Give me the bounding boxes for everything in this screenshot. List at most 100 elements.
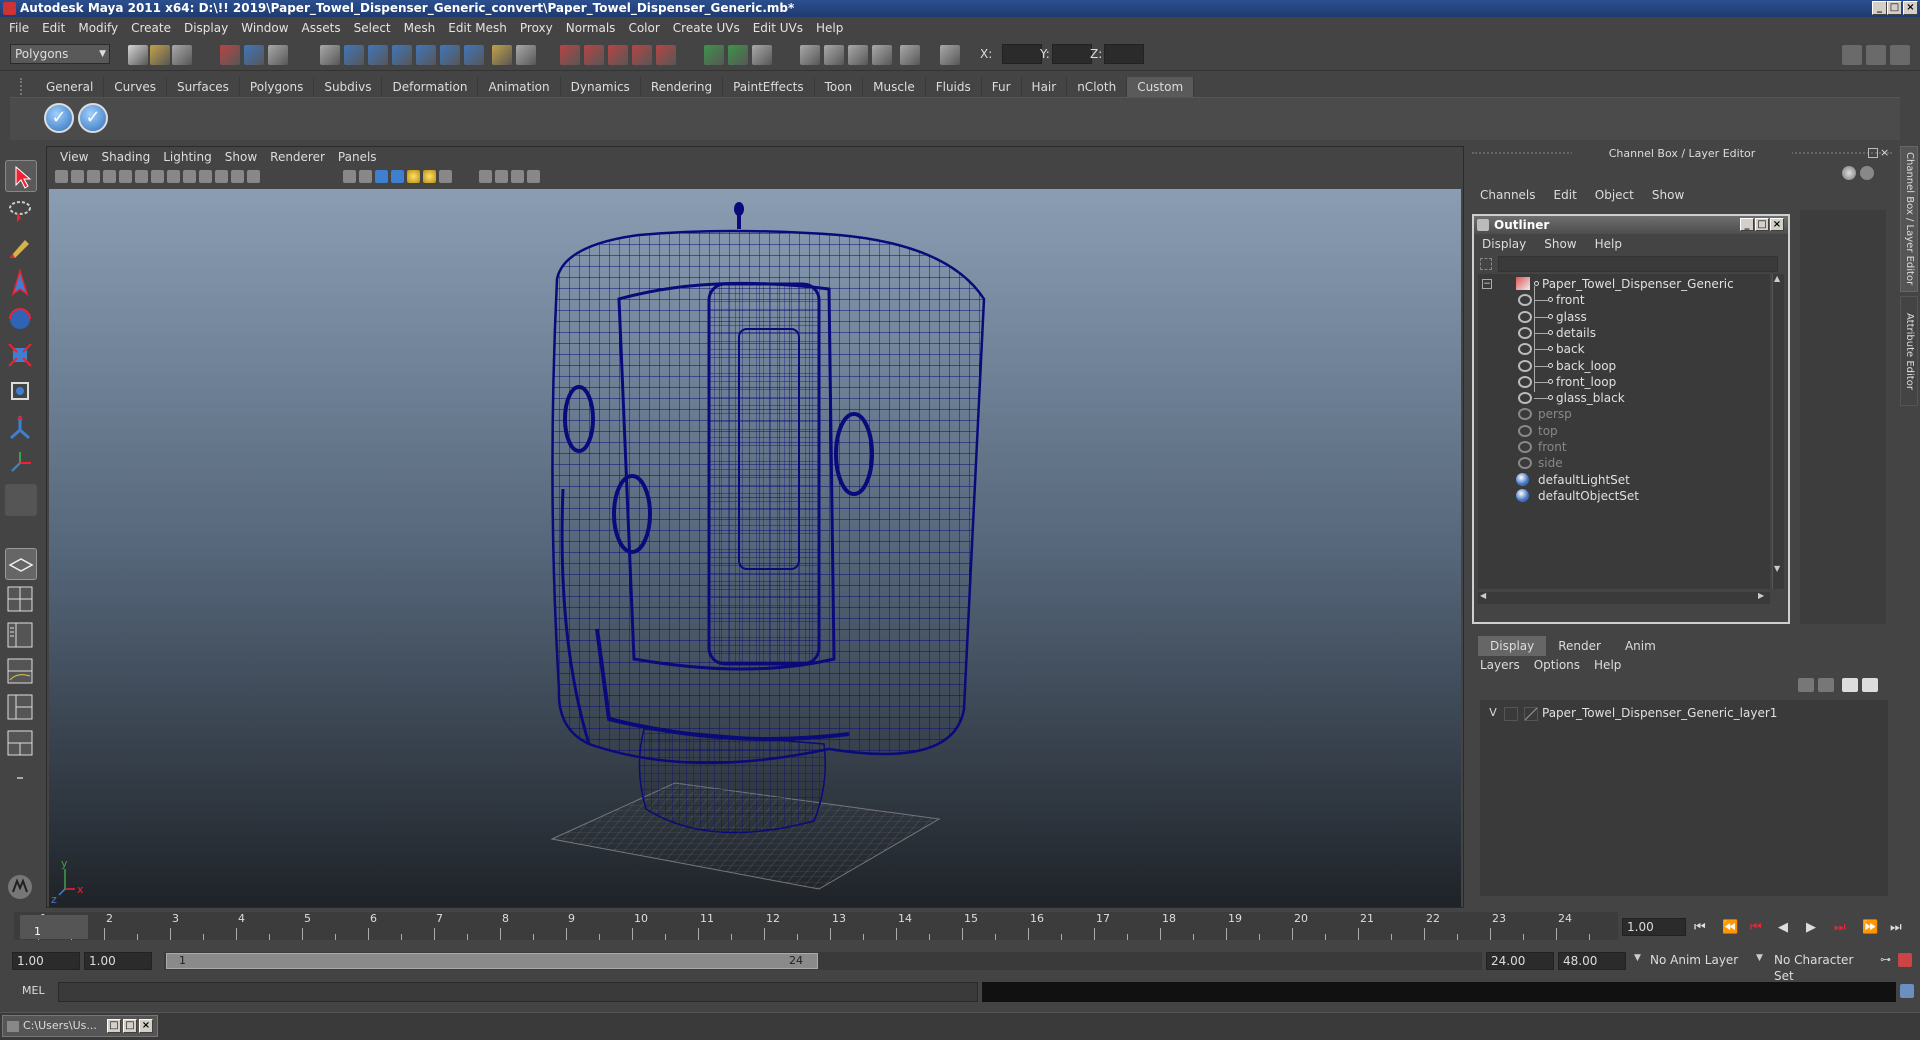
collapse-icon[interactable]: − — [1482, 279, 1492, 289]
paper-towel-dispenser-wireframe[interactable]: y x z — [49, 189, 1461, 907]
menu-select[interactable]: Select — [349, 21, 399, 35]
gate-mask-icon[interactable] — [199, 170, 212, 183]
four-view-layout-icon[interactable] — [5, 584, 37, 616]
more-layouts-icon[interactable] — [5, 770, 37, 786]
current-frame-indicator[interactable]: 1 — [20, 915, 88, 939]
outliner-item[interactable]: defaultObjectSet — [1478, 486, 1768, 506]
shelf-tab-custom[interactable]: Custom — [1127, 77, 1195, 97]
menu-edit-uvs[interactable]: Edit UVs — [748, 21, 811, 35]
command-language-label[interactable]: MEL — [22, 984, 45, 997]
step-back-icon[interactable]: ⏪ — [1722, 920, 1738, 935]
show-manipulator-tool-icon[interactable] — [5, 448, 37, 480]
restore-icon[interactable]: □ — [107, 1019, 121, 1033]
last-tool-icon[interactable] — [5, 484, 37, 516]
xray-joints-icon[interactable] — [511, 170, 524, 183]
outliner-minimize-icon[interactable]: _ — [1740, 218, 1754, 231]
animation-start-field[interactable]: 1.00 — [12, 952, 80, 970]
outliner-persp-layout-icon[interactable] — [5, 620, 37, 652]
select-object-icon[interactable] — [244, 45, 264, 65]
auto-key-icon[interactable]: ⊶ — [1880, 953, 1891, 966]
shelf-tab-dynamics[interactable]: Dynamics — [561, 77, 641, 97]
new-layer-icon[interactable] — [1798, 678, 1814, 692]
outliner-menu-help[interactable]: Help — [1595, 237, 1640, 251]
layer-tab-render[interactable]: Render — [1546, 636, 1613, 656]
layer-menu-help[interactable]: Help — [1594, 658, 1635, 672]
hud-icon[interactable] — [527, 170, 540, 183]
image-plane-icon[interactable] — [119, 170, 132, 183]
char-set-chevron-icon[interactable]: ▼ — [1756, 953, 1763, 963]
menu-file[interactable]: File — [4, 21, 37, 35]
attribute-editor-toggle-icon[interactable] — [1866, 45, 1886, 65]
attribute-editor-side-tab[interactable]: Attribute Editor — [1900, 296, 1918, 406]
step-back-key-icon[interactable]: ⏮ — [1750, 920, 1762, 935]
layer-type-toggle[interactable] — [1504, 707, 1518, 721]
manipulator-tool-icon[interactable] — [5, 376, 37, 408]
hypershade-icon[interactable] — [632, 45, 652, 65]
wire-on-shaded-icon[interactable] — [391, 170, 404, 183]
animation-end-field[interactable]: 48.00 — [1558, 952, 1626, 970]
y-field[interactable] — [1052, 44, 1092, 64]
xray-icon[interactable] — [495, 170, 508, 183]
lighting-icon[interactable] — [423, 170, 436, 183]
menu-create[interactable]: Create — [126, 21, 179, 35]
save-scene-icon[interactable] — [172, 45, 192, 65]
menu-modify[interactable]: Modify — [73, 21, 126, 35]
x-field[interactable] — [1002, 44, 1042, 64]
shelf-tab-subdivs[interactable]: Subdivs — [314, 77, 383, 97]
scroll-down-icon[interactable]: ▼ — [1774, 564, 1780, 573]
wireframe-icon[interactable] — [343, 170, 356, 183]
layer-menu-options[interactable]: Options — [1534, 658, 1594, 672]
play-backwards-icon[interactable]: ◀ — [1778, 920, 1788, 935]
layer-color-swatch[interactable] — [1524, 707, 1538, 721]
shelf-tab-muscle[interactable]: Muscle — [863, 77, 926, 97]
shelf-tab-painteffects[interactable]: PaintEffects — [723, 77, 815, 97]
smooth-all-icon[interactable] — [375, 170, 388, 183]
two-d-pan-icon[interactable] — [135, 170, 148, 183]
film-gate-icon[interactable] — [167, 170, 180, 183]
lock-icon[interactable] — [492, 45, 512, 65]
layer-move-up-icon[interactable] — [1842, 678, 1858, 692]
shelf-tab-fur[interactable]: Fur — [982, 77, 1022, 97]
current-time-field[interactable]: 1.00 — [1622, 918, 1686, 936]
paint-select-tool-icon[interactable] — [5, 232, 37, 264]
show-ui-1-icon[interactable] — [704, 45, 724, 65]
scroll-left-icon[interactable]: ◀ — [1480, 591, 1486, 600]
rotate-tool-icon[interactable] — [5, 304, 37, 336]
shelf-tab-rendering[interactable]: Rendering — [641, 77, 724, 97]
float-panel-icon[interactable] — [1868, 148, 1878, 158]
menu-edit-mesh[interactable]: Edit Mesh — [443, 21, 515, 35]
outliner-close-icon[interactable]: × — [1770, 218, 1784, 231]
bookmarks-icon[interactable] — [103, 170, 116, 183]
custom-shelf-check-icon-2[interactable]: ✓ — [78, 103, 108, 133]
menu-set-dropdown[interactable]: Polygons ▼ — [10, 44, 110, 64]
open-scene-icon[interactable] — [150, 45, 170, 65]
construction-icon[interactable] — [516, 45, 536, 65]
history-icon[interactable] — [440, 45, 460, 65]
shelf-tab-animation[interactable]: Animation — [478, 77, 561, 97]
minimized-window-item[interactable]: C:\Users\Us... □ □ × — [2, 1015, 158, 1037]
time-slider[interactable]: 123456789101112131415161718192021222324 — [14, 912, 1618, 940]
shelf-tab-fluids[interactable]: Fluids — [926, 77, 982, 97]
channel-menu-show[interactable]: Show — [1652, 188, 1702, 206]
move-icon[interactable] — [900, 45, 920, 65]
layer-visibility-toggle[interactable]: V — [1486, 706, 1500, 722]
layer-menu-layers[interactable]: Layers — [1480, 658, 1534, 672]
viewport-menu-shading[interactable]: Shading — [96, 150, 158, 164]
outliner-search-field[interactable] — [1498, 256, 1778, 272]
menu-edit[interactable]: Edit — [37, 21, 73, 35]
lasso-tool-icon[interactable] — [5, 196, 37, 228]
layer-move-down-icon[interactable] — [1862, 678, 1878, 692]
animation-preferences-icon[interactable] — [1898, 953, 1912, 967]
anim-layer-dropdown[interactable]: No Anim Layer — [1646, 952, 1742, 970]
menu-proxy[interactable]: Proxy — [515, 21, 561, 35]
play-forwards-icon[interactable]: ▶ — [1806, 920, 1816, 935]
viewport-menu-view[interactable]: View — [55, 150, 96, 164]
channel-icon-2[interactable] — [1860, 166, 1874, 180]
menu-assets[interactable]: Assets — [297, 21, 349, 35]
show-ui-2-icon[interactable] — [728, 45, 748, 65]
textured-icon[interactable] — [407, 170, 420, 183]
channel-menu-channels[interactable]: Channels — [1480, 188, 1554, 206]
3d-viewport[interactable]: y x z — [49, 189, 1461, 907]
new-layer-selected-icon[interactable] — [1818, 678, 1834, 692]
shelf-tab-deformation[interactable]: Deformation — [382, 77, 479, 97]
